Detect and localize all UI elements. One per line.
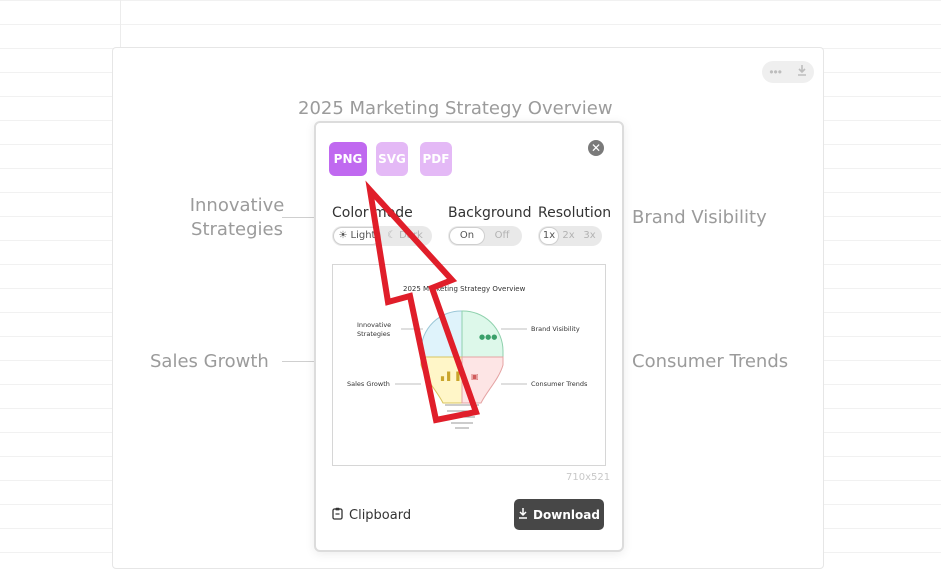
background-label: Background [448,205,532,221]
clipboard-label: Clipboard [349,508,412,523]
preview-diagram: 2025 Marketing Strategy Overview ●●● ▖▌▐… [347,285,588,429]
label-sales-growth: Sales Growth [150,351,269,372]
export-preview: 2025 Marketing Strategy Overview ●●● ▖▌▐… [332,264,606,466]
option-label: Dark [399,230,423,241]
option-label: Light [350,230,376,241]
svg-format-button[interactable]: SVG [376,142,408,176]
close-icon[interactable]: ✕ [588,140,604,156]
label-line: Strategies [191,219,283,240]
label-innovative-strategies: Innovative Strategies [178,194,296,242]
resolution-label: Resolution [538,205,612,221]
color-mode-dark[interactable]: ☾ Dark [380,228,430,244]
label-line: Innovative [189,195,285,216]
preview-label-consumer: Consumer Trends [531,380,588,388]
preview-label-sales: Sales Growth [347,380,390,388]
more-icon[interactable]: ••• [769,65,782,79]
clipboard-icon [332,507,343,524]
preview-cart-icon: ▣ [471,372,479,381]
export-dimensions: 710x521 [566,472,611,483]
preview-bulb-bottom-right [461,356,504,404]
background-toggle[interactable]: On Off [448,226,522,246]
resolution-2x[interactable]: 2x [558,228,579,244]
png-format-button[interactable]: PNG [329,142,367,176]
download-icon [518,507,528,522]
color-mode-label: Color mode [332,205,413,221]
preview-bulb-base [445,404,479,429]
moon-icon: ☾ [387,230,397,241]
diagram-title: 2025 Marketing Strategy Overview [298,98,613,119]
grid-divider [120,0,121,48]
clipboard-button[interactable]: Clipboard [332,507,411,524]
canvas-toolbar: ••• [762,61,814,83]
preview-label-strategies: Strategies [357,330,391,338]
preview-chart-icon: ▖▌▐ [440,371,460,381]
connector-line [282,217,316,218]
preview-title: 2025 Marketing Strategy Overview [403,285,526,293]
color-mode-light[interactable]: ☀ Light [334,228,380,244]
connector-line [282,361,316,362]
background-off[interactable]: Off [484,228,520,244]
export-dialog: PNG SVG PDF ✕ Color mode ☀ Light ☾ Dark … [314,121,624,552]
download-button[interactable]: Download [514,499,604,530]
resolution-3x[interactable]: 3x [579,228,600,244]
resolution-toggle[interactable]: 1x 2x 3x [538,226,602,246]
preview-people-icon: ●●● [479,333,497,341]
preview-label-brand: Brand Visibility [531,325,580,333]
pdf-format-button[interactable]: PDF [420,142,452,176]
preview-label-innovative: Innovative [357,321,391,329]
label-consumer-trends: Consumer Trends [632,351,789,372]
download-icon[interactable] [797,65,807,79]
resolution-1x[interactable]: 1x [540,228,558,244]
label-brand-visibility: Brand Visibility [632,207,767,228]
sun-icon: ☀ [338,230,348,241]
preview-bulb-top-left [420,310,463,358]
background-on[interactable]: On [450,228,484,244]
color-mode-toggle[interactable]: ☀ Light ☾ Dark [332,226,432,246]
download-label: Download [533,507,600,522]
